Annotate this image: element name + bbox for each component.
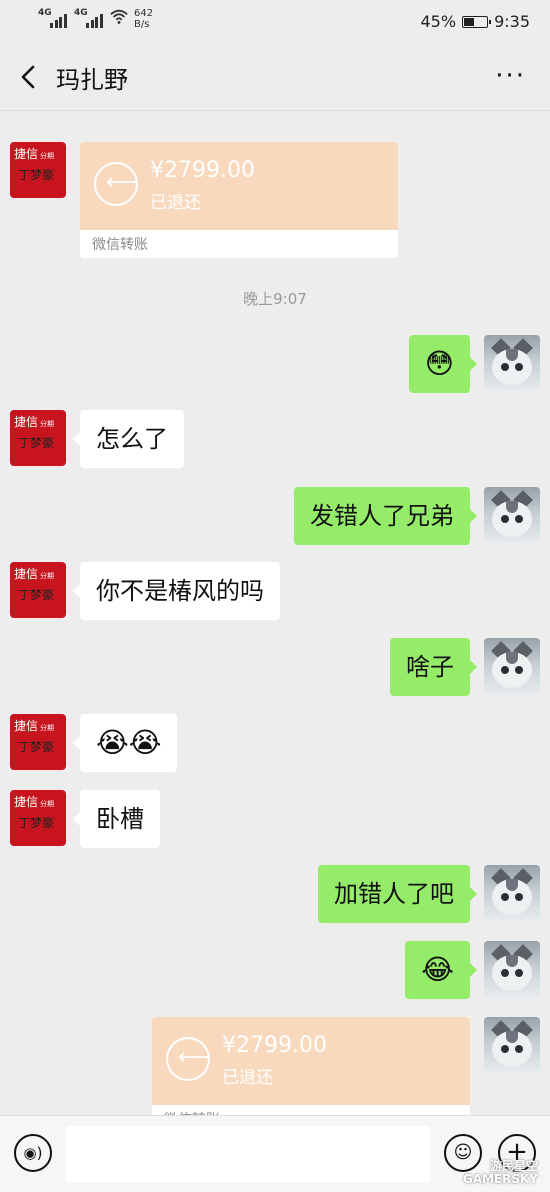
message-bubble-outgoing[interactable]: 加错人了吧 (318, 865, 477, 923)
message-bubble-incoming[interactable]: 怎么了 (73, 410, 184, 468)
status-bar: 4G 4G 642 B/s 45% 9:35 (0, 0, 550, 46)
signal-icon: 4G (38, 8, 68, 28)
contact-avatar[interactable]: 捷信 分期 丁梦豪 (10, 410, 66, 466)
my-avatar[interactable] (484, 487, 540, 543)
transfer-footer: 微信转账 (92, 237, 148, 253)
return-arrow-icon: ⟵ (178, 1045, 210, 1070)
status-left: 4G 4G 642 B/s (38, 8, 153, 30)
more-options-icon[interactable]: ··· (495, 63, 526, 89)
back-arrow-icon[interactable] (14, 62, 44, 92)
wifi-icon (110, 9, 128, 24)
clock: 9:35 (494, 12, 530, 31)
my-avatar[interactable] (484, 1017, 540, 1073)
battery-fill (464, 17, 474, 26)
chat-title: 玛扎野 (56, 66, 128, 94)
message-bubble-incoming[interactable]: 你不是椿风的吗 (73, 562, 280, 620)
message-bubble-incoming[interactable]: 😭😭 (72, 714, 178, 772)
network-speed: 642 B/s (134, 8, 154, 30)
transfer-status: 已退还 (222, 1068, 273, 1088)
my-avatar[interactable] (484, 638, 540, 694)
transfer-card-incoming[interactable]: ⟵ ¥2799.00 已退还 微信转账 (80, 142, 398, 258)
message-input[interactable] (66, 1126, 430, 1182)
watermark: 游民星空 GAMERSKY (462, 1159, 538, 1186)
voice-icon[interactable]: ◉) (14, 1134, 52, 1172)
contact-avatar[interactable]: 捷信 分期 丁梦豪 (10, 142, 66, 198)
battery-icon (462, 15, 492, 28)
return-arrow-icon: ⟵ (106, 170, 138, 195)
message-bubble-outgoing[interactable]: 发错人了兄弟 (294, 487, 477, 545)
contact-avatar[interactable]: 捷信 分期 丁梦豪 (10, 562, 66, 618)
contact-avatar[interactable]: 捷信 分期 丁梦豪 (10, 714, 66, 770)
message-bubble-outgoing[interactable]: 啥子 (390, 638, 477, 696)
transfer-status: 已退还 (150, 193, 201, 213)
transfer-amount: ¥2799.00 (150, 158, 255, 183)
message-bubble-outgoing[interactable]: 😂 (405, 941, 477, 999)
status-right: 45% 9:35 (421, 12, 531, 31)
signal-icon-2: 4G (74, 8, 104, 28)
transfer-amount: ¥2799.00 (222, 1033, 327, 1058)
my-avatar[interactable] (484, 335, 540, 391)
my-avatar[interactable] (484, 865, 540, 921)
message-bubble-outgoing[interactable]: 😳 (408, 335, 478, 393)
battery-percent: 45% (420, 12, 457, 31)
message-bubble-incoming[interactable]: 卧槽 (73, 790, 160, 848)
my-avatar[interactable] (484, 941, 540, 997)
chat-header: 玛扎野 ··· (0, 46, 550, 111)
contact-avatar[interactable]: 捷信 分期 丁梦豪 (10, 790, 66, 846)
timestamp: 晚上9:07 (243, 290, 307, 308)
